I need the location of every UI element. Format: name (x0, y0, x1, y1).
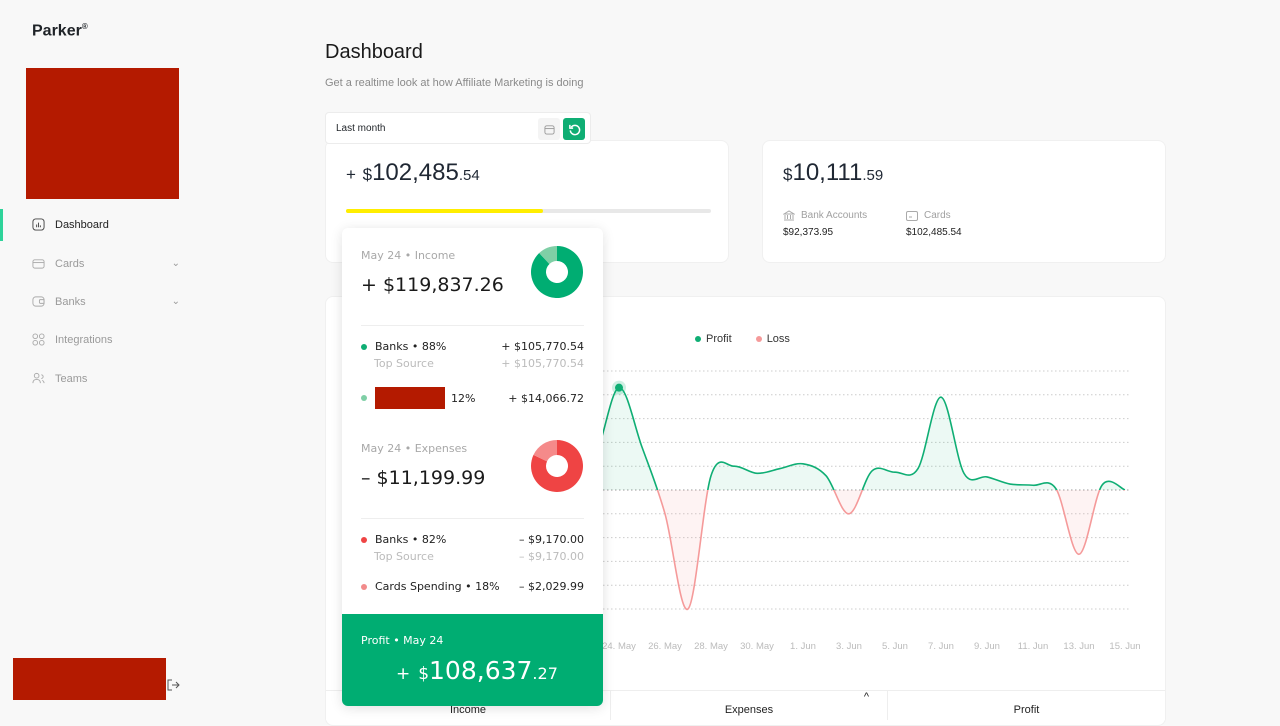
x-tick-label: 1. Jun (790, 641, 816, 652)
x-tick-label: 24. May (602, 641, 636, 652)
x-tick-label: 3. Jun (836, 641, 862, 652)
x-tick-label: 5. Jun (882, 641, 908, 652)
list-item: Top Source – $9,170.00 (374, 550, 584, 563)
profit-summary: Profit • May 24 + $108,637.27 (342, 614, 603, 706)
list-item: Cards Spending • 18% – $2,029.99 (361, 580, 584, 593)
chevron-up-icon[interactable]: ^ (864, 691, 869, 703)
highlight-point (615, 383, 623, 392)
x-tick-label: 7. Jun (928, 641, 954, 652)
loss-area (573, 490, 1125, 610)
profit-loss-chart: 24. May 26. May 28. May 30. May 1. Jun 3. Jun… (343, 370, 1141, 652)
x-tick-label: 28. May (694, 641, 728, 652)
x-tick-label: 30. May (740, 641, 774, 652)
list-item: Top Source + $105,770.54 (374, 357, 584, 370)
list-item: 12% + $14,066.72 (361, 387, 584, 409)
redacted-block (375, 387, 445, 409)
x-tick-label: 11. Jun (1018, 641, 1048, 652)
x-tick-label: 15. Jun (1109, 641, 1140, 652)
income-donut (531, 246, 583, 298)
list-item: Banks • 88% + $105,770.54 (361, 340, 584, 353)
x-tick-label: 26. May (648, 641, 682, 652)
tab-profit[interactable]: Profit (887, 690, 1165, 720)
income-amount: + $119,837.26 (361, 274, 504, 296)
x-tick-label: 13. Jun (1063, 641, 1094, 652)
expenses-amount: – $11,199.99 (361, 467, 486, 489)
x-tick-label: 9. Jun (974, 641, 1000, 652)
chart-tooltip: May 24 • Income + $119,837.26 Banks • 88… (342, 228, 603, 706)
tab-expenses[interactable]: Expenses ^ (610, 690, 887, 720)
list-item: Banks • 82% – $9,170.00 (361, 533, 584, 546)
expenses-donut (531, 440, 583, 492)
